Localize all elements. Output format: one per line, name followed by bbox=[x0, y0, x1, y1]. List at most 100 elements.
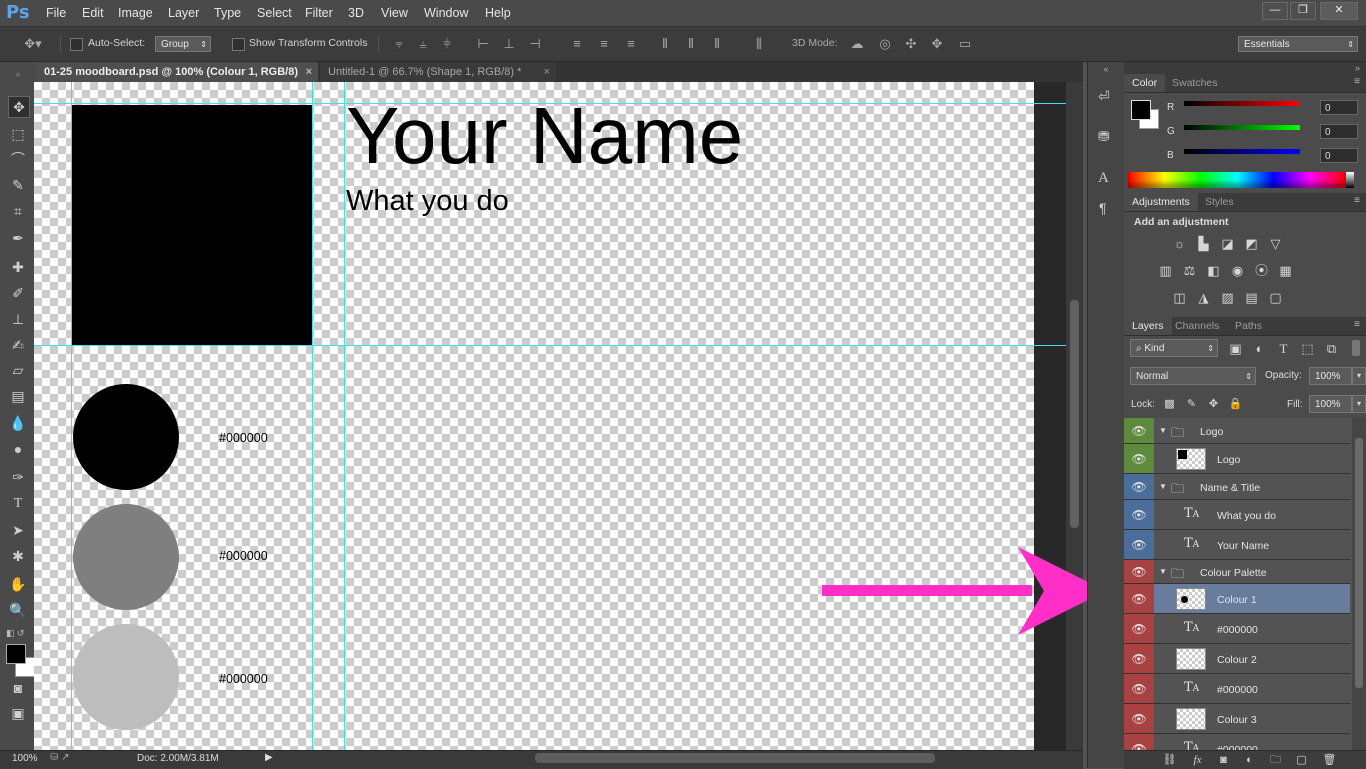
fill-input[interactable]: 100% bbox=[1309, 395, 1352, 413]
lock-pixels-icon[interactable]: ✎ bbox=[1184, 397, 1199, 411]
restore-button[interactable]: ❐ bbox=[1290, 2, 1316, 20]
panel-menu-icon[interactable]: ≡ bbox=[1354, 319, 1360, 330]
align-left-icon[interactable]: ⊢ bbox=[476, 37, 490, 51]
distribute-vcenter-icon[interactable]: ≡ bbox=[597, 37, 611, 51]
new-layer-icon[interactable]: ▢ bbox=[1294, 753, 1309, 767]
clone-stamp-tool-icon[interactable]: ⊥ bbox=[8, 309, 28, 329]
curves-icon[interactable]: ◪ bbox=[1220, 237, 1235, 251]
tab-styles[interactable]: Styles bbox=[1197, 193, 1242, 211]
filter-pixel-icon[interactable]: ▣ bbox=[1228, 342, 1243, 356]
3d-drag-icon[interactable]: ✣ bbox=[904, 37, 918, 51]
visibility-eye-icon[interactable]: 👁 bbox=[1124, 444, 1154, 473]
crop-tool-icon[interactable]: ⌗ bbox=[8, 201, 28, 221]
align-bottom-icon[interactable]: ⫩ bbox=[440, 37, 454, 51]
auto-align-icon[interactable]: ⫼ bbox=[752, 37, 766, 51]
layers-scroll-thumb[interactable] bbox=[1355, 438, 1363, 688]
visibility-eye-icon[interactable]: 👁 bbox=[1124, 674, 1154, 703]
dodge-tool-icon[interactable]: ● bbox=[8, 439, 28, 459]
tab-adjustments[interactable]: Adjustments bbox=[1124, 193, 1198, 211]
auto-select-dropdown[interactable]: Group ⇕ bbox=[155, 36, 211, 52]
selective-color-icon[interactable]: ▢ bbox=[1268, 291, 1283, 305]
tab-paths[interactable]: Paths bbox=[1227, 317, 1270, 335]
distribute-left-icon[interactable]: ⦀ bbox=[658, 37, 672, 51]
layer-colour-2[interactable]: 👁 Colour 2 bbox=[1124, 644, 1350, 674]
healing-brush-tool-icon[interactable]: ✚ bbox=[8, 257, 28, 277]
opacity-input[interactable]: 100% bbox=[1309, 367, 1352, 385]
distribute-hcenter-icon[interactable]: ⦀ bbox=[684, 37, 698, 51]
hue-saturation-icon[interactable]: ▥ bbox=[1158, 264, 1173, 278]
align-hcenter-icon[interactable]: ⊥ bbox=[502, 37, 516, 51]
auto-select-checkbox[interactable] bbox=[70, 38, 83, 51]
layer-colour-1[interactable]: 👁 Colour 1 bbox=[1124, 584, 1350, 614]
red-slider[interactable] bbox=[1184, 101, 1300, 106]
tab-moodboard[interactable]: 01-25 moodboard.psd @ 100% (Colour 1, RG… bbox=[36, 62, 318, 82]
filter-type-icon[interactable]: T bbox=[1276, 342, 1291, 356]
layer-filter-dropdown[interactable]: ⌕ Kind ⇕ bbox=[1130, 339, 1218, 357]
visibility-eye-icon[interactable]: 👁 bbox=[1124, 500, 1154, 529]
lasso-tool-icon[interactable]: ⌒ bbox=[8, 149, 28, 169]
screen-mode-icon[interactable]: ▣ bbox=[8, 703, 28, 723]
character-panel-icon[interactable]: A bbox=[1098, 170, 1109, 187]
black-white-icon[interactable]: ◧ bbox=[1206, 264, 1221, 278]
menu-file[interactable]: File bbox=[46, 6, 66, 20]
history-brush-tool-icon[interactable]: ✍ bbox=[8, 335, 28, 355]
visibility-eye-icon[interactable]: 👁 bbox=[1124, 704, 1154, 733]
levels-icon[interactable]: ▙ bbox=[1196, 237, 1211, 251]
zoom-tool-icon[interactable]: 🔍 bbox=[8, 600, 28, 620]
history-panel-icon[interactable]: ⏎ bbox=[1098, 88, 1110, 105]
eyedropper-tool-icon[interactable]: ✒ bbox=[8, 228, 28, 248]
collapse-panels-icon[interactable]: » bbox=[1124, 62, 1366, 74]
exposure-icon[interactable]: ◩ bbox=[1244, 237, 1259, 251]
default-colors-icon[interactable]: ◧ ↺ bbox=[6, 628, 25, 639]
black-white-ramp[interactable] bbox=[1346, 172, 1354, 188]
document-canvas[interactable]: Your Name What you do #000000 #000000 #0… bbox=[34, 82, 1034, 750]
layer-style-fx-icon[interactable]: fx bbox=[1190, 753, 1205, 767]
close-tab-icon[interactable]: × bbox=[306, 62, 312, 82]
tab-layers[interactable]: Layers bbox=[1124, 317, 1172, 335]
menu-edit[interactable]: Edit bbox=[82, 6, 104, 20]
align-top-icon[interactable]: ⫧ bbox=[392, 37, 406, 51]
expand-arrow-icon[interactable]: ▼ bbox=[1159, 567, 1167, 576]
collapse-toolbar-icon[interactable]: » bbox=[8, 64, 28, 84]
blur-tool-icon[interactable]: 💧 bbox=[8, 413, 28, 433]
3d-rotate-icon[interactable]: ☁ bbox=[850, 37, 864, 51]
new-group-icon[interactable]: 🗀 bbox=[1268, 753, 1283, 767]
panel-menu-icon[interactable]: ≡ bbox=[1354, 76, 1360, 87]
color-spectrum-bar[interactable] bbox=[1128, 172, 1346, 188]
filter-toggle[interactable] bbox=[1352, 340, 1360, 356]
pen-tool-icon[interactable]: ✑ bbox=[8, 467, 28, 487]
expand-arrow-icon[interactable]: ▼ bbox=[1159, 426, 1167, 435]
align-right-icon[interactable]: ⊣ bbox=[528, 37, 542, 51]
tab-channels[interactable]: Channels bbox=[1167, 317, 1227, 335]
visibility-eye-icon[interactable]: 👁 bbox=[1124, 560, 1154, 583]
lock-transparent-icon[interactable]: ▩ bbox=[1162, 397, 1177, 411]
filter-smart-object-icon[interactable]: ⧉ bbox=[1324, 342, 1339, 356]
layer-group-name-title[interactable]: 👁 ▼ 🗀 Name & Title bbox=[1124, 474, 1350, 500]
threshold-icon[interactable]: ▨ bbox=[1220, 291, 1235, 305]
menu-help[interactable]: Help bbox=[485, 6, 511, 20]
lock-position-icon[interactable]: ✥ bbox=[1206, 397, 1221, 411]
zoom-level[interactable]: 100% bbox=[12, 753, 38, 764]
marquee-tool-icon[interactable]: ⬚ bbox=[8, 124, 28, 144]
vertical-scroll-thumb[interactable] bbox=[1070, 300, 1079, 528]
visibility-eye-icon[interactable]: 👁 bbox=[1124, 614, 1154, 643]
layer-colour-3[interactable]: 👁 Colour 3 bbox=[1124, 704, 1350, 734]
menu-view[interactable]: View bbox=[381, 6, 408, 20]
status-menu-arrow-icon[interactable]: ▶ bbox=[265, 752, 273, 763]
close-tab-icon[interactable]: × bbox=[544, 62, 550, 82]
channel-mixer-icon[interactable]: ⦿ bbox=[1254, 264, 1269, 278]
eraser-tool-icon[interactable]: ▱ bbox=[8, 360, 28, 380]
collapse-dock-icon[interactable]: « bbox=[1088, 64, 1124, 74]
blend-mode-dropdown[interactable]: Normal ⇕ bbox=[1130, 367, 1256, 385]
tab-swatches[interactable]: Swatches bbox=[1164, 74, 1226, 92]
move-tool-icon[interactable]: ✥ bbox=[8, 96, 30, 118]
3d-roll-icon[interactable]: ◎ bbox=[878, 37, 892, 51]
menu-3d[interactable]: 3D bbox=[348, 6, 364, 20]
custom-shape-tool-icon[interactable]: ✱ bbox=[8, 546, 28, 566]
menu-layer[interactable]: Layer bbox=[168, 6, 199, 20]
quick-select-tool-icon[interactable]: ✎ bbox=[8, 175, 28, 195]
menu-window[interactable]: Window bbox=[424, 6, 468, 20]
fill-dropdown-arrow-icon[interactable]: ▾ bbox=[1352, 395, 1366, 413]
distribute-top-icon[interactable]: ≡ bbox=[570, 37, 584, 51]
green-slider[interactable] bbox=[1184, 125, 1300, 130]
